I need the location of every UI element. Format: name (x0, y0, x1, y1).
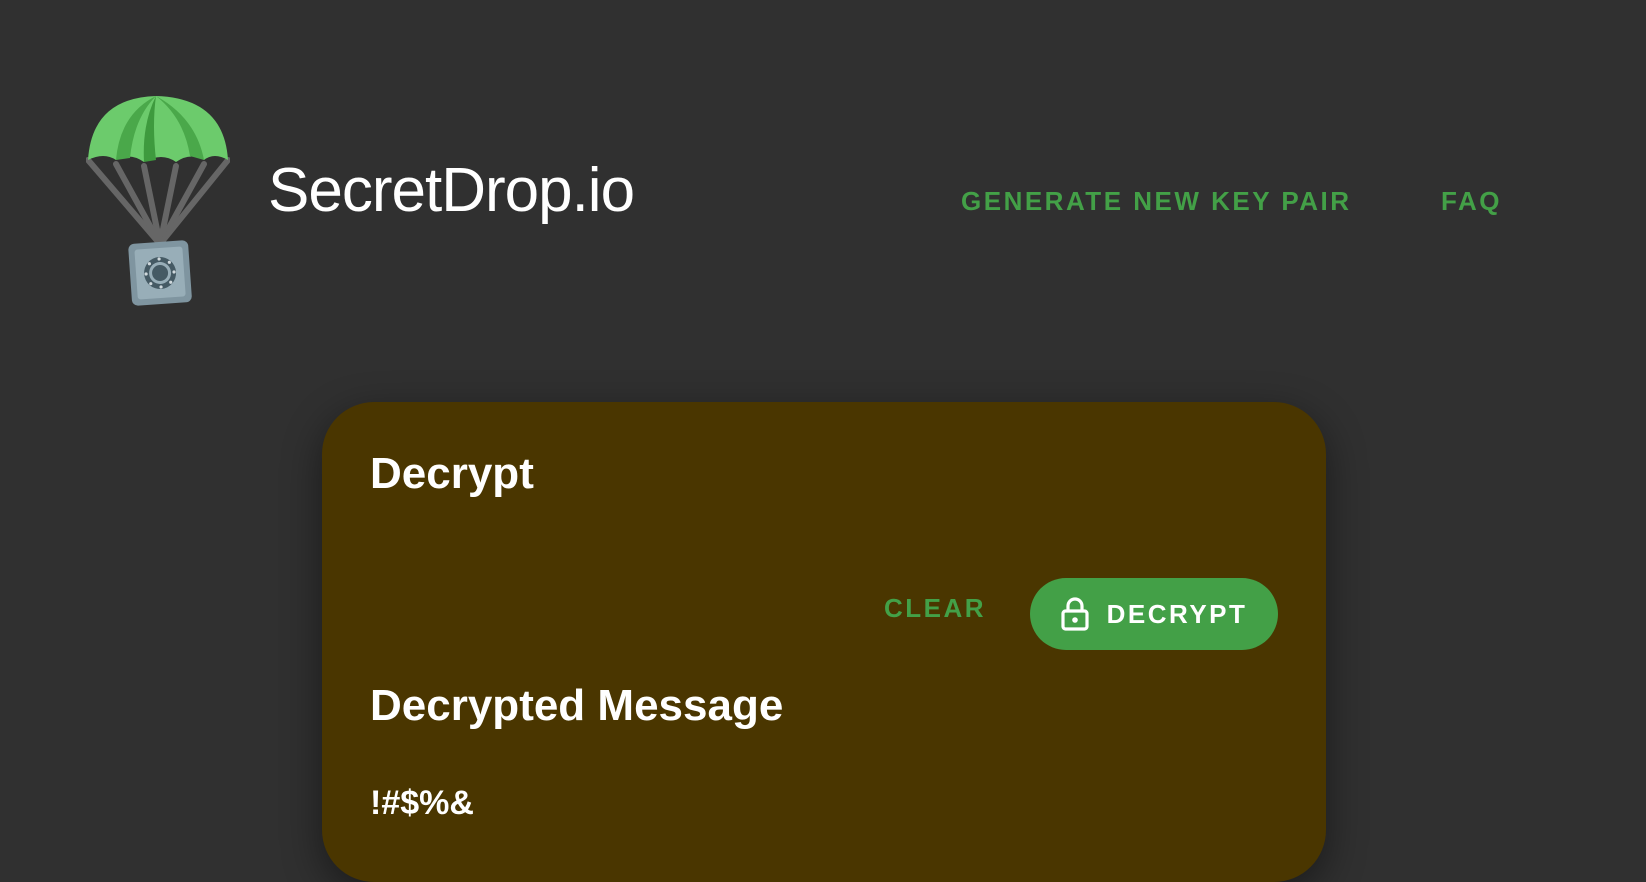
nav-faq[interactable]: FAQ (1441, 188, 1502, 214)
parachute-logo-icon[interactable] (85, 94, 231, 310)
decrypt-button-label: DECRYPT (1106, 598, 1248, 629)
clear-button[interactable]: CLEAR (884, 578, 986, 638)
decrypt-button[interactable]: DECRYPT (1030, 578, 1278, 650)
decrypt-card: Decrypt CLEAR DECRYPT Decrypted Message … (322, 402, 1326, 882)
decrypted-message-title: Decrypted Message (370, 681, 784, 730)
nav-generate-key-pair[interactable]: GENERATE NEW KEY PAIR (961, 188, 1352, 214)
card-title: Decrypt (370, 449, 534, 498)
lock-icon (1061, 597, 1089, 631)
decrypted-message-text: !#$%& (370, 784, 474, 822)
app-header: SecretDrop.io GENERATE NEW KEY PAIR FAQ (0, 0, 1646, 330)
brand-title[interactable]: SecretDrop.io (268, 160, 635, 222)
